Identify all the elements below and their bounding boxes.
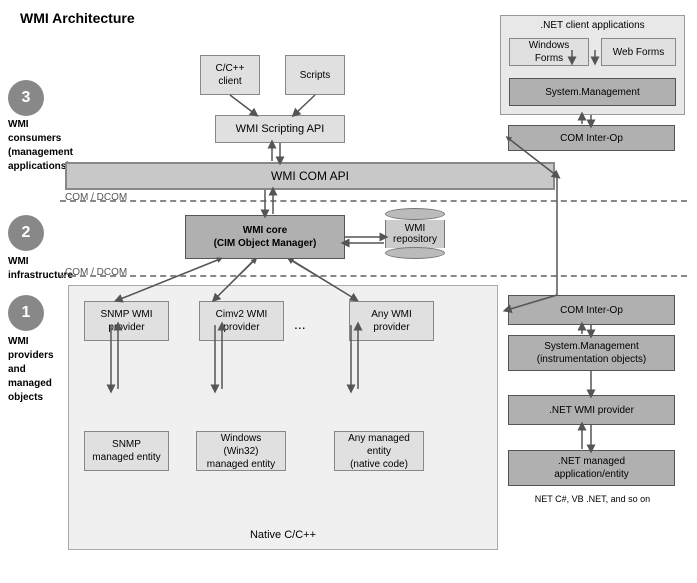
dotnet-footnote: NET C#, VB .NET, and so on <box>500 494 685 504</box>
scripts-box: Scripts <box>285 55 345 95</box>
wmi-scripting-api-box: WMI Scripting API <box>215 115 345 143</box>
native-cpp-region: SNMP WMI provider Cimv2 WMI provider Any… <box>68 285 498 550</box>
dotnet-managed-app-box: .NET managed application/entity <box>508 450 675 486</box>
main-container: WMI Architecture 3 WMI consumers (manage… <box>0 0 697 583</box>
cylinder-bottom <box>385 247 445 259</box>
windows-forms-box: Windows Forms <box>509 38 589 66</box>
com-dcom-bottom-label: COM / DCOM <box>65 267 127 278</box>
layer1-circle: 1 <box>8 295 44 331</box>
wmi-core-box: WMI core (CIM Object Manager) <box>185 215 345 259</box>
wmi-com-api-box: WMI COM API <box>65 162 555 190</box>
layer2-circle: 2 <box>8 215 44 251</box>
web-forms-box: Web Forms <box>601 38 676 66</box>
wmi-repository-cylinder: WMI repository <box>385 208 445 259</box>
com-dcom-bottom-separator <box>60 275 687 277</box>
layer3-label: WMI consumers (management applications) <box>8 118 63 174</box>
any-managed-entity-box: Any managed entity (native code) <box>334 431 424 471</box>
native-cpp-label: Native C/C++ <box>69 529 497 541</box>
layer2-info: 2 <box>8 215 44 251</box>
cylinder-top <box>385 208 445 220</box>
com-dcom-top-label: COM / DCOM <box>65 192 127 203</box>
c-cpp-client-box: C/C++ client <box>200 55 260 95</box>
cylinder-body: WMI repository <box>385 220 445 248</box>
com-interop-bottom-box: COM Inter-Op <box>508 295 675 325</box>
system-management-bottom-box: System.Management (instrumentation objec… <box>508 335 675 371</box>
com-interop-top-box: COM Inter-Op <box>508 125 675 151</box>
layer3-info: 3 <box>8 80 44 116</box>
layer1-label: WMI providers and managed objects <box>8 335 63 405</box>
snmp-managed-entity-box: SNMP managed entity <box>84 431 169 471</box>
ellipsis-label: ... <box>294 316 306 332</box>
layer2-label: WMI infrastructure <box>8 255 63 283</box>
layer1-info: 1 <box>8 295 44 331</box>
dotnet-client-label: .NET client applications <box>501 20 684 31</box>
layer3-circle: 3 <box>8 80 44 116</box>
windows-managed-entity-box: Windows (Win32) managed entity <box>196 431 286 471</box>
dotnet-client-region: .NET client applications Windows Forms W… <box>500 15 685 115</box>
system-management-top-box: System.Management <box>509 78 676 106</box>
any-wmi-provider-box: Any WMI provider <box>349 301 434 341</box>
cimv2-wmi-provider-box: Cimv2 WMI provider <box>199 301 284 341</box>
dotnet-wmi-provider-box: .NET WMI provider <box>508 395 675 425</box>
snmp-wmi-provider-box: SNMP WMI provider <box>84 301 169 341</box>
com-dcom-top-separator <box>60 200 687 202</box>
